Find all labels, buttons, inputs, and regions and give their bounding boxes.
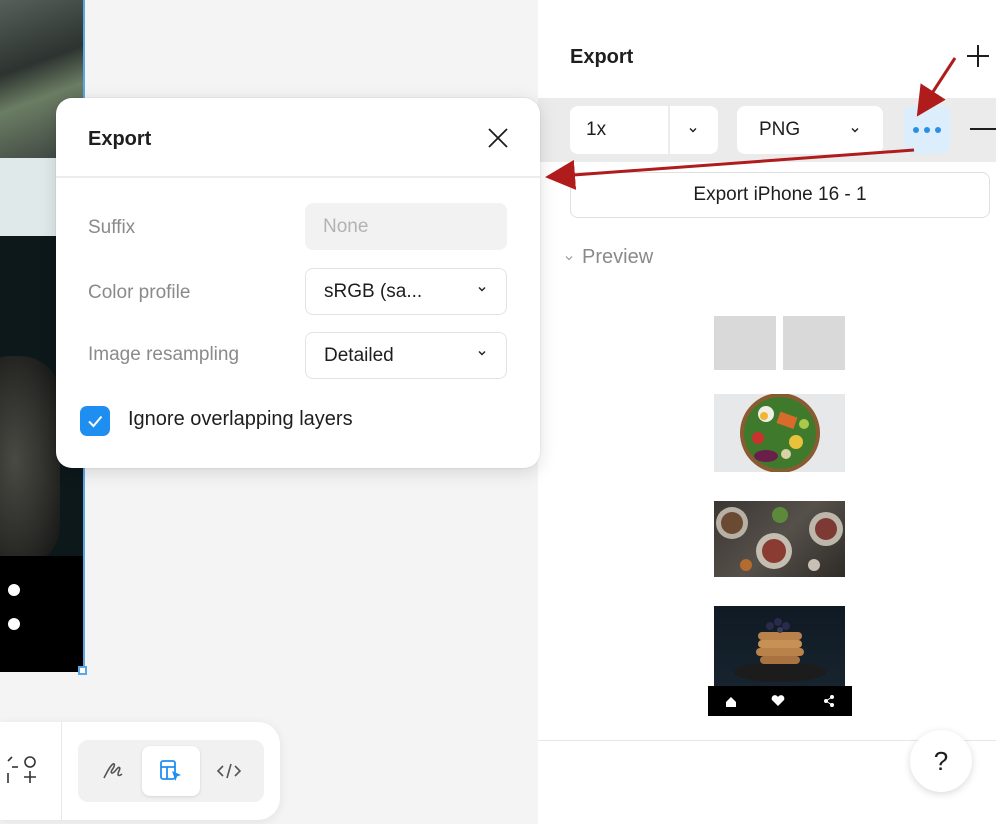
preview-thumb-salad xyxy=(714,394,845,472)
dishes-image xyxy=(716,507,843,571)
chevron-down-icon xyxy=(689,128,697,133)
pancakes-image xyxy=(734,618,826,682)
popup-title: Export xyxy=(88,128,152,150)
more-options-button[interactable] xyxy=(904,106,950,154)
suffix-placeholder: None xyxy=(323,215,369,237)
export-settings-popup: Export Suffix None Color profile sRGB (s… xyxy=(56,98,540,468)
frame-image-plate xyxy=(0,356,60,566)
image-resampling-select[interactable]: Detailed xyxy=(305,332,507,379)
suffix-label: Suffix xyxy=(88,217,136,238)
preview-thumb-pancakes xyxy=(714,606,845,686)
design-mode-button[interactable] xyxy=(142,746,200,796)
design-mode-icon xyxy=(160,760,181,781)
preview-thumb-placeholder xyxy=(783,316,845,370)
suffix-input[interactable]: None xyxy=(305,203,507,250)
frame-bottom-bar xyxy=(0,556,84,672)
help-button[interactable]: ? xyxy=(910,730,972,792)
ignore-overlapping-label: Ignore overlapping layers xyxy=(128,408,353,430)
chevron-down-icon xyxy=(478,351,486,356)
draw-mode-button[interactable] xyxy=(84,746,142,796)
more-horizontal-icon xyxy=(913,127,919,133)
frame-dot xyxy=(8,618,20,630)
color-profile-label: Color profile xyxy=(88,282,191,303)
code-icon xyxy=(216,763,242,779)
export-button[interactable]: Export iPhone 16 - 1 xyxy=(570,172,990,218)
chevron-down-icon xyxy=(851,128,859,133)
more-horizontal-icon xyxy=(924,127,930,133)
mode-switcher xyxy=(78,740,264,802)
preview-thumb-placeholder xyxy=(714,316,776,370)
bottom-toolbar xyxy=(0,722,280,820)
navbar-icons xyxy=(726,695,834,707)
salad-bowl-image xyxy=(740,394,820,472)
pen-icon xyxy=(103,763,123,779)
minus-icon[interactable] xyxy=(970,128,996,130)
selection-resize-handle[interactable] xyxy=(78,666,87,675)
popup-divider xyxy=(56,176,540,178)
color-profile-value: sRGB (sa... xyxy=(324,280,423,302)
format-select[interactable]: PNG xyxy=(737,106,883,154)
plus-icon[interactable] xyxy=(964,42,992,70)
components-icon[interactable] xyxy=(0,754,40,788)
dev-mode-button[interactable] xyxy=(200,746,258,796)
image-resampling-label: Image resampling xyxy=(88,344,240,365)
scale-select[interactable]: 1x xyxy=(570,106,718,154)
preview-thumb-dishes xyxy=(714,501,845,577)
preview-label: Preview xyxy=(582,246,654,268)
toolbar-divider xyxy=(61,722,62,820)
format-value: PNG xyxy=(759,119,801,140)
preview-toggle[interactable]: Preview xyxy=(564,246,653,269)
panel-title: Export xyxy=(570,46,634,68)
frame-dot xyxy=(8,584,20,596)
preview-thumb-navbar xyxy=(708,686,852,716)
export-setting-row: 1x PNG xyxy=(538,98,996,162)
chevron-down-icon xyxy=(478,287,486,292)
color-profile-select[interactable]: sRGB (sa... xyxy=(305,268,507,315)
check-icon xyxy=(88,415,103,428)
ignore-overlapping-checkbox[interactable] xyxy=(80,406,110,436)
close-icon[interactable] xyxy=(484,124,512,152)
more-horizontal-icon xyxy=(935,127,941,133)
image-resampling-value: Detailed xyxy=(324,344,394,366)
scale-value: 1x xyxy=(586,119,607,140)
chevron-down-icon xyxy=(565,255,573,260)
scale-divider xyxy=(668,106,670,154)
